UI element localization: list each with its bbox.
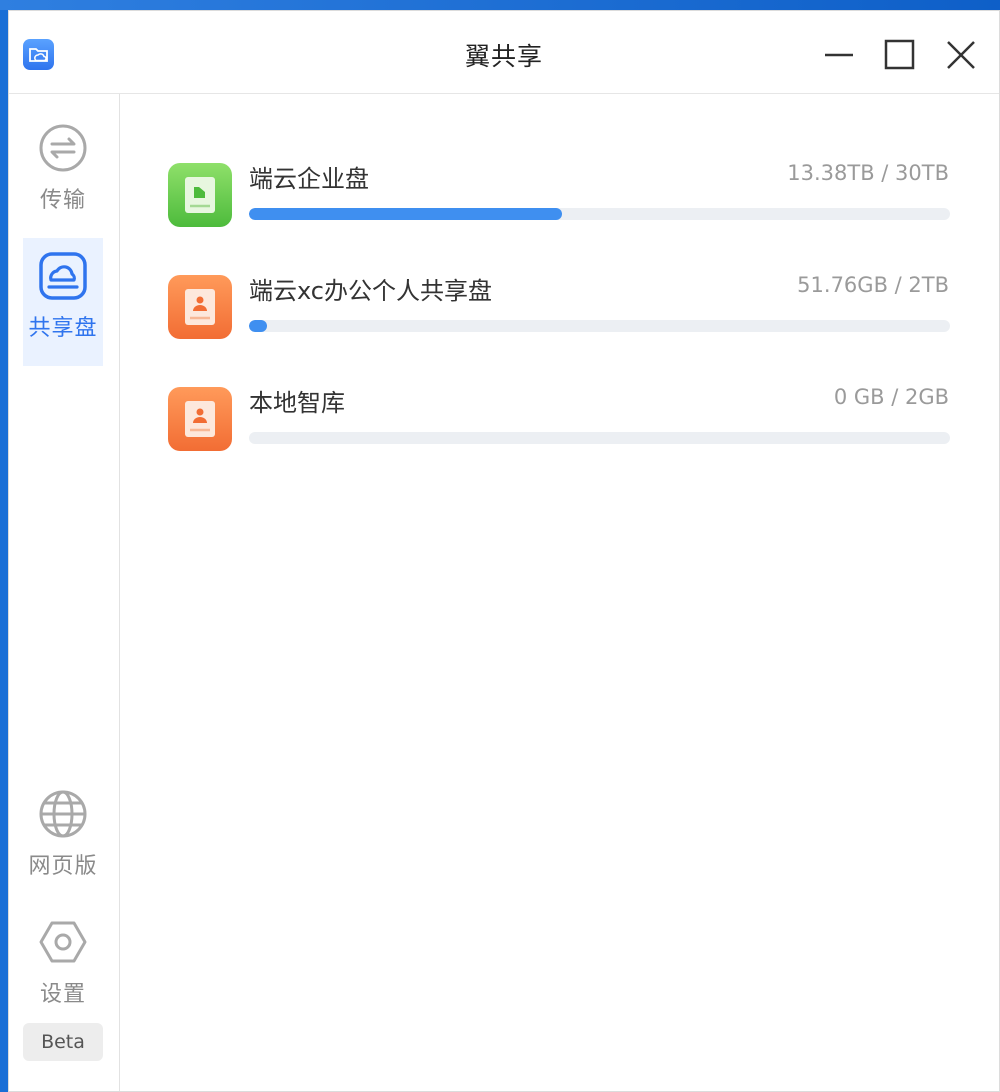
sidebar-item-shared-disk[interactable]: 共享盘: [23, 238, 103, 366]
title-bar[interactable]: 翼共享: [9, 11, 999, 94]
desktop-background: [0, 0, 1000, 10]
enterprise-disk-icon: [168, 163, 232, 227]
maximize-button[interactable]: [880, 35, 920, 75]
sidebar-item-web[interactable]: 网页版: [23, 776, 103, 904]
minimize-icon: [825, 53, 853, 57]
sidebar-item-label: 传输: [39, 188, 86, 213]
sidebar-item-label: 网页版: [28, 854, 98, 879]
beta-badge: Beta: [23, 1023, 103, 1061]
personal-disk-icon: [168, 387, 232, 451]
disk-usage: 13.38TB / 30TB: [787, 161, 949, 185]
disk-name: 端云xc办公个人共享盘: [249, 277, 492, 305]
transfer-icon: [39, 124, 87, 172]
sidebar: 传输 共享盘 网页版 设置 Beta: [9, 94, 120, 1091]
disk-name: 本地智库: [249, 389, 345, 417]
settings-hexagon-icon: [39, 921, 87, 963]
globe-icon: [39, 790, 87, 838]
disk-item-enterprise[interactable]: 端云企业盘 13.38TB / 30TB: [168, 151, 950, 231]
personal-disk-icon: [168, 275, 232, 339]
close-icon: [947, 41, 975, 69]
maximize-icon: [884, 39, 915, 70]
disk-usage: 0 GB / 2GB: [833, 385, 949, 409]
shared-disk-icon: [39, 252, 87, 300]
usage-progress-bar: [249, 320, 950, 332]
disk-list: 端云企业盘 13.38TB / 30TB 端云xc办公个人共享盘 51.76GB…: [120, 94, 999, 1091]
usage-progress-bar: [249, 432, 950, 444]
disk-item-personal-share[interactable]: 端云xc办公个人共享盘 51.76GB / 2TB: [168, 263, 950, 343]
sidebar-item-transfer[interactable]: 传输: [23, 110, 103, 238]
sidebar-item-label: 共享盘: [28, 316, 98, 341]
sidebar-item-label: 设置: [39, 982, 86, 1007]
app-window: 翼共享 传输 共享盘 网页版 设置 Beta 端云企业盘 13.38TB / 3…: [8, 10, 1000, 1092]
minimize-button[interactable]: [819, 35, 859, 75]
usage-progress-fill: [249, 208, 562, 220]
usage-progress-fill: [249, 320, 268, 332]
usage-progress-bar: [249, 208, 950, 220]
disk-name: 端云企业盘: [249, 165, 369, 193]
disk-item-local-library[interactable]: 本地智库 0 GB / 2GB: [168, 375, 950, 455]
sidebar-item-settings[interactable]: 设置: [23, 904, 103, 1032]
close-button[interactable]: [941, 35, 981, 75]
disk-usage: 51.76GB / 2TB: [797, 273, 949, 297]
